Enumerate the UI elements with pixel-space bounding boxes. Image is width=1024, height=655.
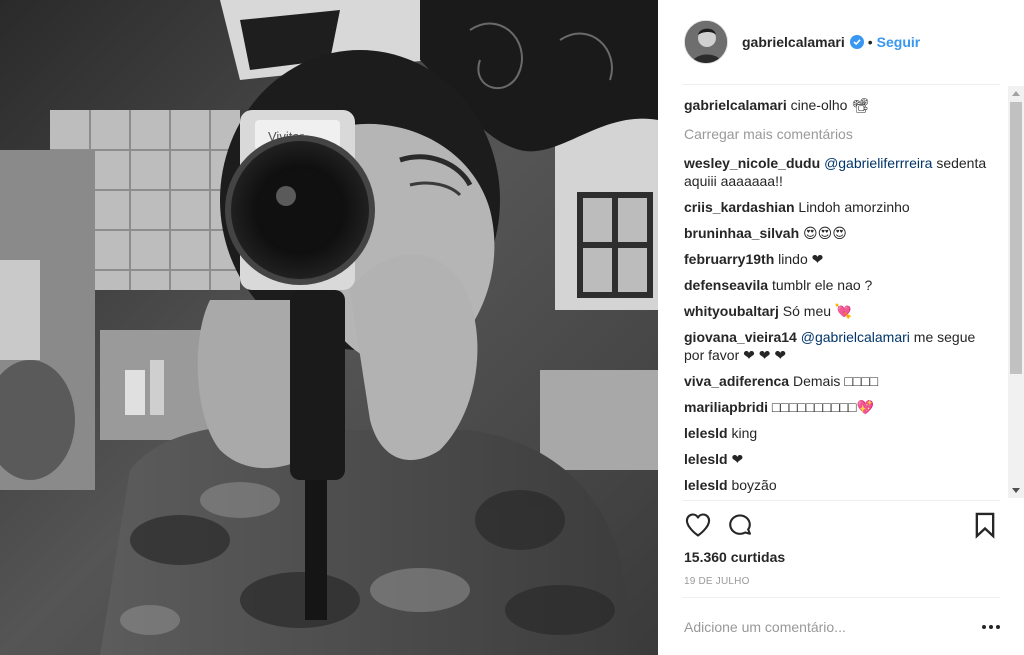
verified-badge-icon xyxy=(849,35,864,49)
likes-count[interactable]: 15.360 curtidas xyxy=(684,549,785,565)
comment-text: lindo ❤ xyxy=(778,251,824,267)
comment-item: viva_adiferenca Demais □□□□ xyxy=(684,372,996,390)
comments-list[interactable]: gabrielcalamari cine-olho 📽 Carregar mai… xyxy=(684,96,996,498)
ellipsis-icon[interactable] xyxy=(982,622,1002,634)
comment-username[interactable]: giovana_vieira14 xyxy=(684,329,797,345)
comment-username[interactable]: mariliapbridi xyxy=(684,399,768,415)
comment-item: lelesld ❤ xyxy=(684,450,996,468)
comment-username[interactable]: bruninhaa_silvah xyxy=(684,225,799,241)
speech-bubble-icon xyxy=(729,514,751,535)
comment-button[interactable] xyxy=(726,511,756,541)
comment-text: tumblr ele nao ? xyxy=(771,277,873,293)
comment-text: boyzão xyxy=(731,477,777,493)
comment-username[interactable]: lelesld xyxy=(684,425,728,441)
separator-dot: • xyxy=(867,34,873,50)
post-header: gabrielcalamari • Seguir xyxy=(684,16,998,68)
comment-item: lelesld king xyxy=(684,424,996,442)
comment-username[interactable]: lelesld xyxy=(684,477,728,493)
load-more-comments-button[interactable]: Carregar mais comentários xyxy=(684,125,996,143)
scroll-up-arrow-icon[interactable] xyxy=(1012,91,1020,96)
post-date[interactable]: 19 DE JULHO xyxy=(684,576,750,587)
author-username[interactable]: gabrielcalamari xyxy=(742,34,845,50)
comment-text: ❤ xyxy=(731,451,744,467)
scrollbar-thumb[interactable] xyxy=(1010,102,1022,374)
add-comment-input[interactable] xyxy=(684,612,954,642)
comments-scrollbar[interactable] xyxy=(1008,86,1024,498)
comment-text: king xyxy=(731,425,758,441)
heart-icon xyxy=(685,513,711,537)
comment-text: 😍😍😍 xyxy=(803,225,847,241)
post-sidebar: gabrielcalamari • Seguir gabrielcalamari… xyxy=(658,0,1024,655)
comment-username[interactable]: whityoubaltarj xyxy=(684,303,779,319)
comment-item: defenseavila tumblr ele nao ? xyxy=(684,276,996,294)
comment-item: bruninhaa_silvah 😍😍😍 xyxy=(684,224,996,242)
divider xyxy=(682,84,1000,85)
comment-item: mariliapbridi □□□□□□□□□□💖 xyxy=(684,398,996,416)
avatar[interactable] xyxy=(684,20,728,64)
comment-username[interactable]: wesley_nicole_dudu xyxy=(684,155,820,171)
post-photo-image: Vivitar xyxy=(0,0,658,655)
caption-text: cine-olho 📽 xyxy=(790,97,870,113)
caption-username[interactable]: gabrielcalamari xyxy=(684,97,787,113)
scroll-down-arrow-icon[interactable] xyxy=(1012,488,1020,493)
divider xyxy=(682,597,1000,598)
bookmark-icon xyxy=(975,512,995,539)
post-actions xyxy=(684,511,998,541)
comment-username[interactable]: viva_adiferenca xyxy=(684,373,789,389)
comment-item: giovana_vieira14 @gabrielcalamari me seg… xyxy=(684,328,996,364)
divider xyxy=(682,500,1000,501)
comment-username[interactable]: lelesld xyxy=(684,451,728,467)
post-caption: gabrielcalamari cine-olho 📽 xyxy=(684,96,996,114)
save-button[interactable] xyxy=(972,511,1002,541)
comment-item: februarry19th lindo ❤ xyxy=(684,250,996,268)
comment-username[interactable]: criis_kardashian xyxy=(684,199,795,215)
comment-item: lelesld boyzão xyxy=(684,476,996,494)
comment-mention[interactable]: @gabrielcalamari xyxy=(801,329,910,345)
comment-item: wesley_nicole_dudu @gabrieliferrreira se… xyxy=(684,154,996,190)
like-button[interactable] xyxy=(684,511,714,541)
comment-text: Lindoh amorzinho xyxy=(798,199,910,215)
post-photo[interactable]: Vivitar xyxy=(0,0,658,655)
comment-item: criis_kardashian Lindoh amorzinho xyxy=(684,198,996,216)
comment-text: Só meu 💘 xyxy=(782,303,853,319)
comment-text: Demais □□□□ xyxy=(792,373,879,389)
comment-text: □□□□□□□□□□💖 xyxy=(771,399,874,415)
comment-mention[interactable]: @gabrieliferrreira xyxy=(824,155,932,171)
comment-item: whityoubaltarj Só meu 💘 xyxy=(684,302,996,320)
comment-username[interactable]: februarry19th xyxy=(684,251,774,267)
follow-button[interactable]: Seguir xyxy=(877,34,921,50)
comment-username[interactable]: defenseavila xyxy=(684,277,768,293)
